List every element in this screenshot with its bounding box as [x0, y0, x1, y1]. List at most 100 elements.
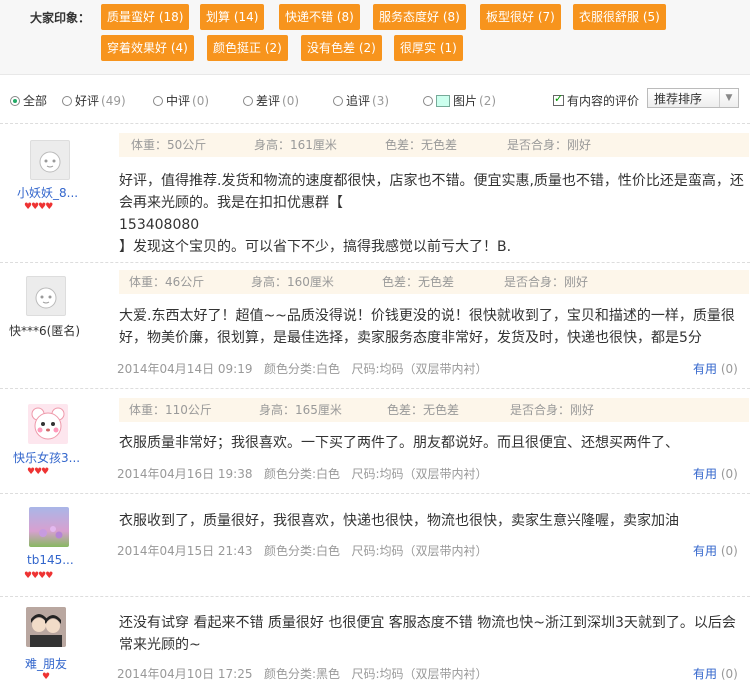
color-category: 颜色分类:白色 — [263, 362, 340, 376]
avatar[interactable] — [29, 507, 69, 547]
filter-all-radio[interactable]: 全部 — [10, 92, 47, 109]
helpful-count: (0) — [720, 544, 738, 558]
size-info: 尺码:均码（双层带内衬） — [351, 467, 488, 481]
impression-tag[interactable]: 穿着效果好 (4) — [101, 35, 194, 61]
review-text-line: 衣服质量非常好；我很喜欢。一下买了两件了。朋友都说好。而且很便宜、还想买两件了、 — [119, 435, 679, 451]
radio-icon — [153, 95, 163, 106]
filter-mid-radio[interactable]: 中评 (0) — [153, 92, 209, 109]
helpful-label: 有用 — [693, 362, 718, 376]
review-text-line: 153408080 — [119, 217, 200, 233]
review-divider — [0, 123, 750, 124]
review-date: 2014年04月16日 19:38 — [117, 467, 253, 481]
impression-tag[interactable]: 没有色差 (2) — [301, 35, 382, 61]
height-info: 身高：160厘米 — [251, 275, 334, 289]
impression-tag[interactable]: 划算 (14) — [200, 4, 265, 30]
filter-good-label: 好评 — [75, 94, 100, 108]
weight-info: 体重：50公斤 — [131, 138, 207, 152]
review-text-line: 好，物美价廉，很划算，是最佳选择，卖家服务态度非常好，发货及时，快递也很快，都是… — [119, 330, 702, 346]
avatar[interactable] — [26, 276, 66, 316]
helpful-label: 有用 — [693, 467, 718, 481]
impression-tag[interactable]: 衣服很舒服 (5) — [573, 4, 666, 30]
color-diff-info: 色差：无色差 — [385, 138, 458, 152]
review-text-line: 会再来光顾的。我是在扣扣优惠群【 — [119, 195, 343, 211]
helpful-count: (0) — [720, 467, 738, 481]
radio-selected-icon — [10, 95, 20, 106]
impression-tag[interactable]: 很厚实 (1) — [394, 35, 463, 61]
weight-info: 体重：110公斤 — [129, 403, 212, 417]
filter-followup-count: (3) — [372, 93, 390, 108]
has-content-label: 有内容的评价 — [567, 94, 640, 108]
review-footer: 2014年04月16日 19:38 颜色分类:白色 尺码:均码（双层带内衬） — [117, 465, 487, 482]
filter-mid-label: 中评 — [166, 94, 191, 108]
filter-good-radio[interactable]: 好评 (49) — [62, 92, 126, 109]
size-info: 尺码:均码（双层带内衬） — [351, 667, 488, 681]
review-text: 衣服收到了，质量很好，我很喜欢，快递也很快，物流也很快，卖家生意兴隆喔，卖家加油 — [119, 510, 679, 532]
avatar[interactable] — [28, 404, 68, 444]
bear-avatar-icon — [31, 407, 65, 440]
checkbox-checked-icon — [553, 92, 564, 106]
helpful-button[interactable]: 有用 (0) — [693, 465, 738, 482]
helpful-button[interactable]: 有用 (0) — [693, 360, 738, 377]
filter-pic-radio[interactable]: 图片 (2) — [423, 92, 496, 109]
height-info: 身高：165厘米 — [259, 403, 342, 417]
radio-icon — [333, 95, 343, 106]
reviewer-name[interactable]: 快乐女孩3... — [13, 449, 80, 466]
buyer-info: 体重：50公斤 身高：161厘米 色差：无色差 是否合身：刚好 — [119, 133, 749, 157]
impression-tag[interactable]: 服务态度好 (8) — [373, 4, 466, 30]
filter-all-label: 全部 — [23, 94, 48, 108]
review-filter-bar: 全部 好评 (49) 中评 (0) 差评 (0) 追评 (3) 图片 (2) 有… — [0, 86, 750, 114]
weight-info: 体重：46公斤 — [129, 275, 205, 289]
review-divider — [0, 262, 750, 263]
has-content-checkbox[interactable]: 有内容的评价 — [553, 92, 639, 109]
review-text: 好评，值得推荐.发货和物流的速度都很快，店家也不错。便宜实惠,质量也不错，性价比… — [119, 170, 744, 258]
sort-select-value: 推荐排序 — [654, 92, 703, 106]
impressions-label: 大家印象： — [30, 11, 91, 25]
reviewer-name[interactable]: tb145... — [27, 553, 74, 567]
reviewer-level-hearts-icon: ♥♥♥♥ — [24, 202, 53, 212]
color-diff-info: 色差：无色差 — [382, 275, 455, 289]
review-text-line: 好评，值得推荐.发货和物流的速度都很快，店家也不错。便宜实惠,质量也不错，性价比… — [119, 173, 744, 189]
helpful-button[interactable]: 有用 (0) — [693, 665, 738, 682]
helpful-label: 有用 — [693, 544, 718, 558]
review-text: 大爱.东西太好了！超值~~品质没得说！价钱更没的说！很快就收到了，宝贝和描述的一… — [119, 305, 735, 349]
filter-pic-label: 图片 — [453, 94, 478, 108]
impression-tag[interactable]: 质量蛮好 (18) — [101, 4, 190, 30]
user-photo-icon — [26, 607, 66, 647]
filter-bad-radio[interactable]: 差评 (0) — [243, 92, 299, 109]
radio-icon — [243, 95, 253, 106]
radio-icon — [423, 95, 433, 106]
review-divider — [0, 596, 750, 597]
impression-tag[interactable]: 颜色挺正 (2) — [207, 35, 288, 61]
review-date: 2014年04月10日 17:25 — [117, 667, 253, 681]
color-category: 颜色分类:白色 — [263, 467, 340, 481]
impression-tag[interactable]: 板型很好 (7) — [480, 4, 561, 30]
color-diff-info: 色差：无色差 — [387, 403, 460, 417]
reviewer-name[interactable]: 难_朋友 — [25, 655, 67, 672]
review-footer: 2014年04月10日 17:25 颜色分类:黑色 尺码:均码（双层带内衬） — [117, 665, 487, 682]
avatar[interactable] — [30, 140, 70, 180]
filter-good-count: (49) — [101, 93, 126, 108]
picture-icon — [436, 94, 450, 107]
review-divider — [0, 493, 750, 494]
sort-select[interactable]: 推荐排序 ▼ — [647, 88, 739, 108]
size-info: 尺码:均码（双层带内衬） — [351, 544, 488, 558]
filter-bad-count: (0) — [282, 93, 300, 108]
filter-followup-radio[interactable]: 追评 (3) — [333, 92, 389, 109]
review-text-line: 常来光顾的~ — [119, 637, 201, 653]
review-footer: 2014年04月14日 09:19 颜色分类:白色 尺码:均码（双层带内衬） — [117, 360, 487, 377]
filter-mid-count: (0) — [192, 93, 210, 108]
default-avatar-icon — [35, 287, 57, 309]
impression-tag[interactable]: 快递不错 (8) — [279, 4, 360, 30]
helpful-button[interactable]: 有用 (0) — [693, 542, 738, 559]
review-text-line: 衣服收到了，质量很好，我很喜欢，快递也很快，物流也很快，卖家生意兴隆喔，卖家加油 — [119, 513, 679, 529]
helpful-count: (0) — [720, 667, 738, 681]
fit-info: 是否合身：刚好 — [504, 275, 589, 289]
color-category: 颜色分类:白色 — [263, 544, 340, 558]
flower-photo-icon — [39, 526, 63, 539]
fit-info: 是否合身：刚好 — [507, 138, 592, 152]
reviewer-level-hearts-icon: ♥♥♥♥ — [24, 571, 53, 581]
avatar[interactable] — [26, 607, 66, 647]
reviewer-name[interactable]: 小妖妖_8... — [17, 184, 78, 201]
chevron-down-icon: ▼ — [719, 89, 738, 107]
reviewer-name: 快***6(匿名) — [9, 324, 80, 338]
